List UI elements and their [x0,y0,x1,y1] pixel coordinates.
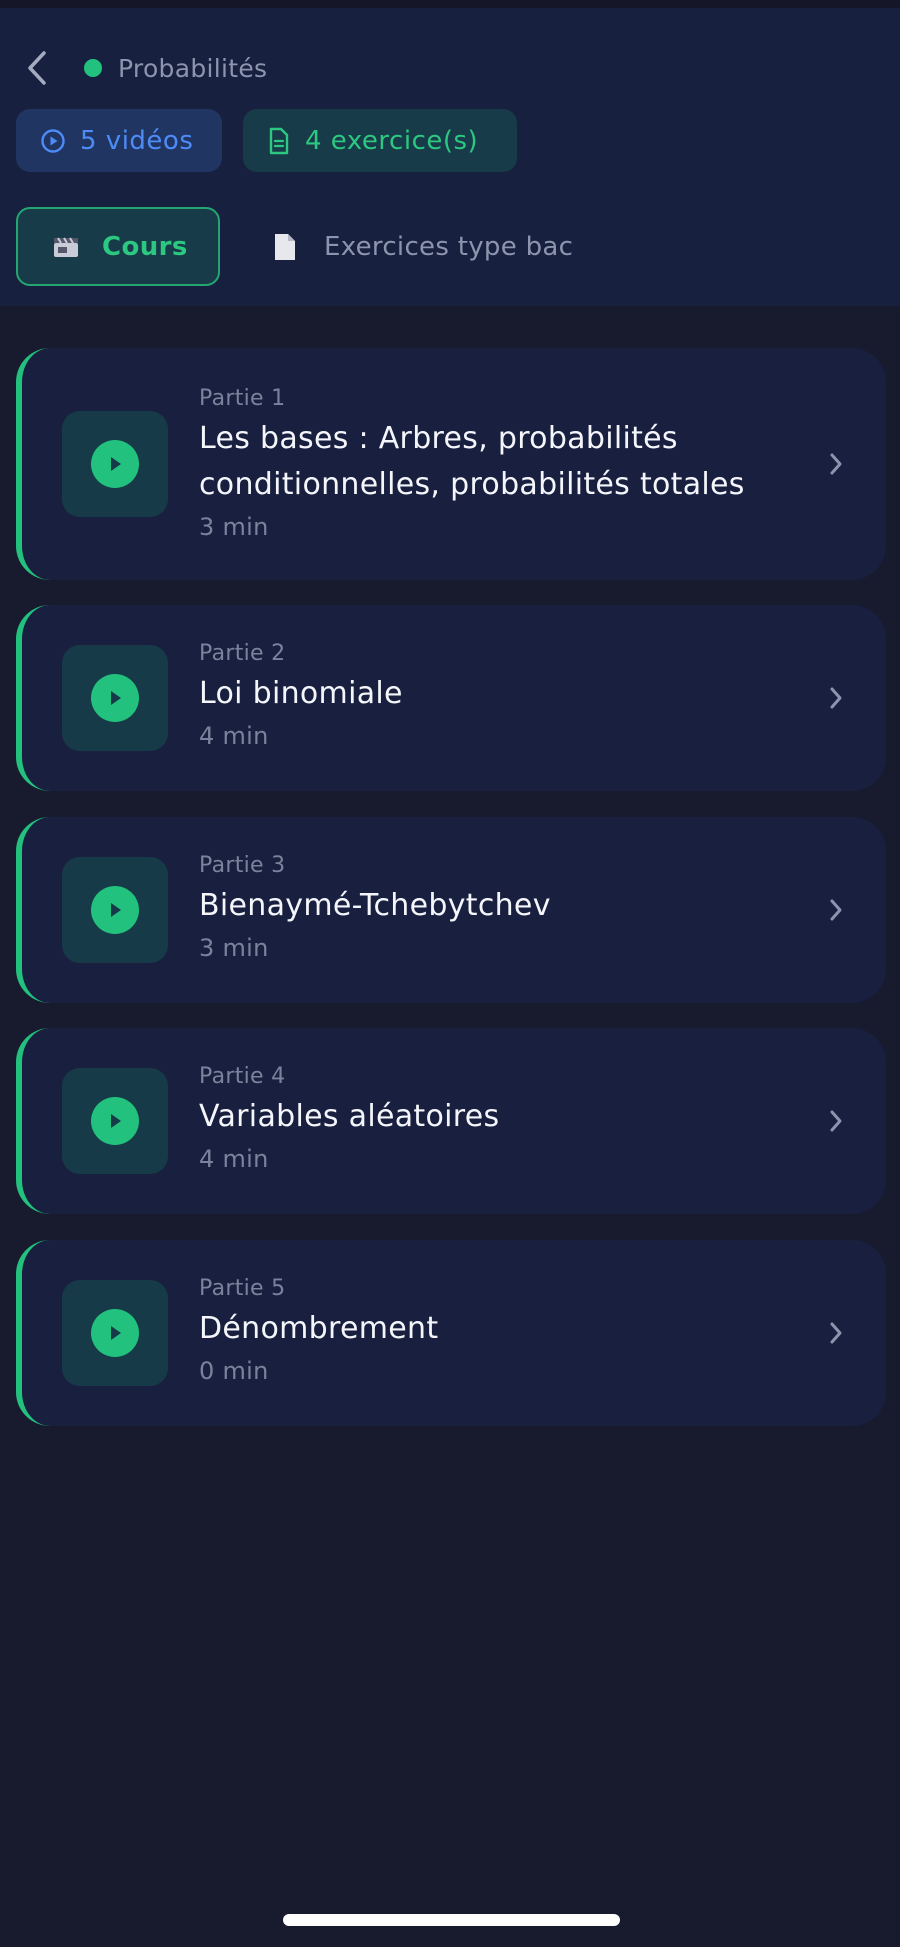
chevron-right-icon [826,1106,846,1136]
lesson-duration: 0 min [199,1357,269,1385]
chevron-right-icon [826,449,846,479]
film-clapper-icon [54,236,78,257]
lesson-title: Les bases : Arbres, probabilités conditi… [199,421,745,502]
video-thumbnail [62,1068,168,1174]
play-icon [91,886,139,934]
lesson-part-label: Partie 5 [199,1276,286,1301]
lesson-card-4[interactable]: Partie 4 Variables aléatoires 4 min [16,1028,886,1214]
lesson-duration: 3 min [199,934,269,962]
lesson-part-label: Partie 2 [199,641,286,666]
lesson-part-label: Partie 1 [199,386,286,411]
document-icon [269,127,289,154]
video-thumbnail [62,857,168,963]
header: Probabilités 5 vidéos 4 exercice(s) Cour… [0,0,900,306]
breadcrumb-title: Probabilités [118,53,268,83]
play-icon [91,1097,139,1145]
back-chevron-icon[interactable] [22,48,52,88]
play-icon [91,674,139,722]
play-circle-icon [41,128,65,153]
tab-cours-label: Cours [102,231,188,262]
play-icon [91,1309,139,1357]
breadcrumb: Probabilités [84,50,267,86]
lesson-duration: 4 min [199,1145,269,1173]
page-icon [275,233,295,260]
tab-exercices-type-bac[interactable]: Exercices type bac [272,207,573,286]
lesson-card-3[interactable]: Partie 3 Bienaymé-Tchebytchev 3 min [16,817,886,1003]
video-thumbnail [62,645,168,751]
videos-count-chip: 5 vidéos [16,109,222,172]
lesson-card-5[interactable]: Partie 5 Dénombrement 0 min [16,1240,886,1426]
lesson-card-2[interactable]: Partie 2 Loi binomiale 4 min [16,605,886,791]
tab-exercices-label: Exercices type bac [324,231,574,262]
lesson-title: Variables aléatoires [199,1099,500,1134]
home-indicator[interactable] [283,1914,620,1926]
lesson-duration: 4 min [199,722,269,750]
video-thumbnail [62,1280,168,1386]
exercises-count-label: 4 exercice(s) [305,125,479,156]
lesson-part-label: Partie 3 [199,853,286,878]
chevron-right-icon [826,683,846,713]
play-icon [91,440,139,488]
lesson-duration: 3 min [199,513,269,541]
lesson-part-label: Partie 4 [199,1064,286,1089]
chevron-right-icon [826,895,846,925]
videos-count-label: 5 vidéos [80,125,194,156]
lesson-card-1[interactable]: Partie 1 Les bases : Arbres, probabilité… [16,348,886,580]
chevron-right-icon [826,1318,846,1348]
exercises-count-chip: 4 exercice(s) [243,109,517,172]
status-dot-icon [84,59,102,77]
video-thumbnail [62,411,168,517]
lesson-title: Bienaymé-Tchebytchev [199,888,551,923]
lesson-title: Loi binomiale [199,676,403,711]
lesson-title: Dénombrement [199,1311,439,1346]
tab-cours[interactable]: Cours [16,207,220,286]
